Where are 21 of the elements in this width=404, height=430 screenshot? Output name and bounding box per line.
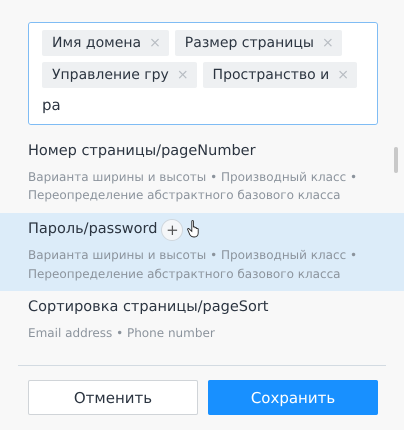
- tag-label: Пространство и: [212, 66, 330, 84]
- tag-label: Имя домена: [52, 34, 142, 52]
- option-item[interactable]: Сортировка страницы/pageSort Email address • Phone number: [0, 291, 404, 350]
- scrollbar-thumb[interactable]: [394, 147, 398, 173]
- tag-chip[interactable]: Пространство и ×: [202, 62, 357, 88]
- add-button[interactable]: +: [161, 218, 184, 241]
- option-description: Email address • Phone number: [28, 324, 216, 342]
- tag-chip[interactable]: Управление гру ×: [42, 62, 197, 88]
- option-title: Пароль/password: [28, 220, 158, 240]
- cancel-button[interactable]: Отменить: [28, 380, 198, 415]
- tag-chip[interactable]: Имя домена ×: [42, 30, 169, 56]
- option-description: Варианта ширины и высоты • Производный класс • Переопределение абстрактного базового класса: [28, 246, 358, 283]
- option-item[interactable]: Пароль/password + Варианта ширины и высоты • Производный класс • Переопределение абстрактного базового класса: [0, 212, 404, 292]
- option-title: Сортировка страницы/pageSort: [28, 298, 268, 318]
- option-title: Номер страницы/pageNumber: [28, 142, 256, 161]
- tag-label: Управление гру: [52, 66, 169, 84]
- option-description: Варианта ширины и высоты • Производный класс • Переопределение абстрактного базового класса: [28, 168, 358, 204]
- tag-input-field[interactable]: Имя домена × Размер страницы × Управление гру × Пространство и × pa: [28, 22, 378, 125]
- tag-chip[interactable]: Размер страницы ×: [174, 30, 342, 56]
- tag-label: Размер страницы: [184, 34, 314, 52]
- option-item[interactable]: Номер страницы/pageNumber Варианта ширины и высоты • Производный класс • Переопределение абстрактного базового класса: [0, 135, 404, 213]
